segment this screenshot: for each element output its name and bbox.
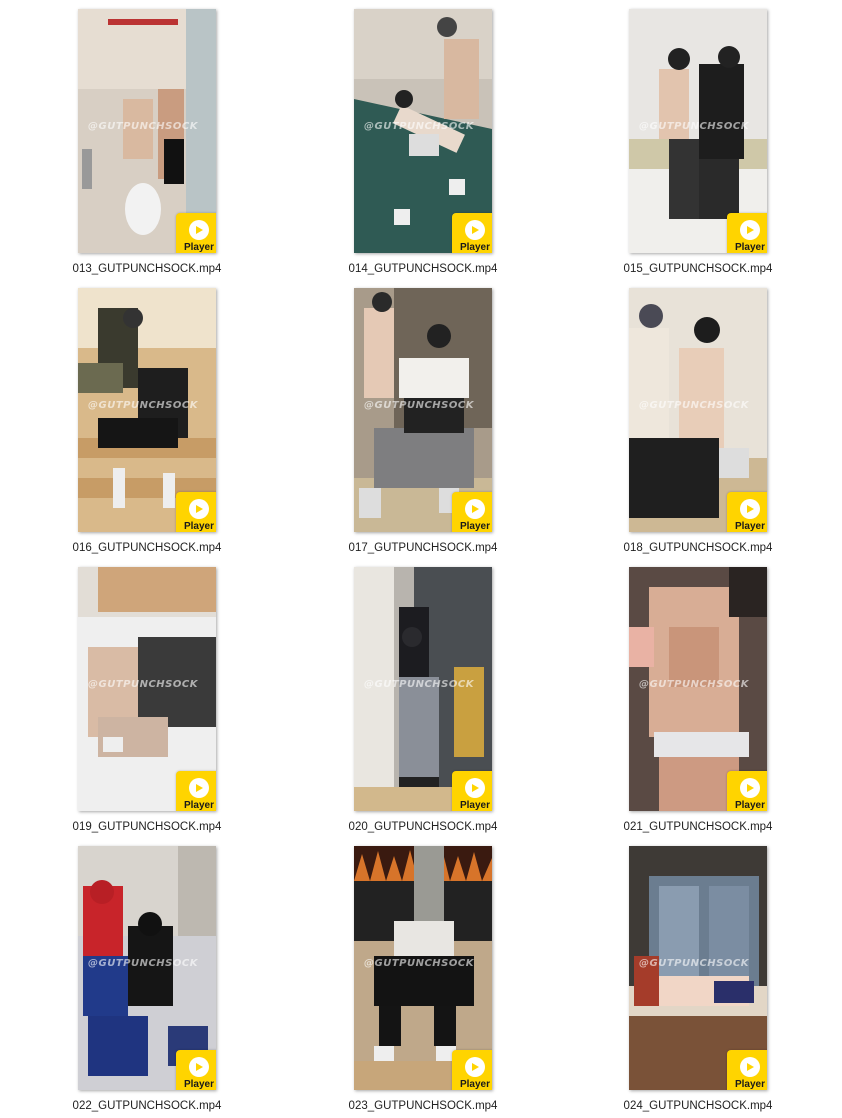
play-icon xyxy=(465,219,485,240)
file-tile[interactable]: @GUTPUNCHSOCK Player 021_GUTPUNCHSOCK.mp… xyxy=(578,567,818,846)
player-button[interactable]: Player xyxy=(452,771,492,811)
play-icon xyxy=(189,498,209,519)
player-label: Player xyxy=(183,241,215,253)
play-icon xyxy=(740,219,760,240)
filename-label: 015_GUTPUNCHSOCK.mp4 xyxy=(623,263,773,275)
video-thumbnail[interactable]: @GUTPUNCHSOCK Player xyxy=(354,9,492,253)
player-button[interactable]: Player xyxy=(176,492,216,532)
file-tile[interactable]: @GUTPUNCHSOCK Player 016_GUTPUNCHSOCK.mp… xyxy=(27,288,267,567)
watermark-text: @GUTPUNCHSOCK xyxy=(88,958,198,969)
player-label: Player xyxy=(183,520,215,532)
video-thumbnail[interactable]: @GUTPUNCHSOCK Player xyxy=(354,288,492,532)
player-button[interactable]: Player xyxy=(727,213,767,253)
video-thumbnail[interactable]: @GUTPUNCHSOCK Player xyxy=(78,288,216,532)
play-icon xyxy=(189,777,209,798)
video-thumbnail[interactable]: @GUTPUNCHSOCK Player xyxy=(629,567,767,811)
filename-label: 016_GUTPUNCHSOCK.mp4 xyxy=(72,542,222,554)
filename-label: 022_GUTPUNCHSOCK.mp4 xyxy=(72,1100,222,1112)
player-button[interactable]: Player xyxy=(452,1050,492,1090)
filename-label: 014_GUTPUNCHSOCK.mp4 xyxy=(348,263,498,275)
video-thumbnail[interactable]: @GUTPUNCHSOCK Player xyxy=(629,846,767,1090)
watermark-text: @GUTPUNCHSOCK xyxy=(364,958,474,969)
file-tile[interactable]: @GUTPUNCHSOCK Player 013_GUTPUNCHSOCK.mp… xyxy=(27,9,267,288)
video-thumbnail[interactable]: @GUTPUNCHSOCK Player xyxy=(354,567,492,811)
player-label: Player xyxy=(459,1078,491,1090)
player-button[interactable]: Player xyxy=(452,492,492,532)
play-icon xyxy=(465,498,485,519)
player-button[interactable]: Player xyxy=(727,771,767,811)
filename-label: 024_GUTPUNCHSOCK.mp4 xyxy=(623,1100,773,1112)
watermark-text: @GUTPUNCHSOCK xyxy=(639,121,749,132)
play-icon xyxy=(465,777,485,798)
filename-label: 017_GUTPUNCHSOCK.mp4 xyxy=(348,542,498,554)
video-thumbnail[interactable]: @GUTPUNCHSOCK Player xyxy=(629,288,767,532)
player-label: Player xyxy=(183,799,215,811)
watermark-text: @GUTPUNCHSOCK xyxy=(639,679,749,690)
play-icon xyxy=(465,1056,485,1077)
filename-label: 021_GUTPUNCHSOCK.mp4 xyxy=(623,821,773,833)
filename-label: 019_GUTPUNCHSOCK.mp4 xyxy=(72,821,222,833)
player-label: Player xyxy=(734,520,766,532)
video-thumbnail[interactable]: @GUTPUNCHSOCK Player xyxy=(78,846,216,1090)
watermark-text: @GUTPUNCHSOCK xyxy=(639,958,749,969)
player-label: Player xyxy=(734,1078,766,1090)
watermark-text: @GUTPUNCHSOCK xyxy=(88,400,198,411)
player-button[interactable]: Player xyxy=(176,213,216,253)
player-label: Player xyxy=(734,799,766,811)
file-tile[interactable]: @GUTPUNCHSOCK Player 022_GUTPUNCHSOCK.mp… xyxy=(27,846,267,1118)
file-tile[interactable]: @GUTPUNCHSOCK Player 015_GUTPUNCHSOCK.mp… xyxy=(578,9,818,288)
watermark-text: @GUTPUNCHSOCK xyxy=(88,121,198,132)
play-icon xyxy=(740,1056,760,1077)
player-button[interactable]: Player xyxy=(727,492,767,532)
video-thumbnail[interactable]: @GUTPUNCHSOCK Player xyxy=(629,9,767,253)
player-button[interactable]: Player xyxy=(452,213,492,253)
file-tile[interactable]: @GUTPUNCHSOCK Player 018_GUTPUNCHSOCK.mp… xyxy=(578,288,818,567)
watermark-text: @GUTPUNCHSOCK xyxy=(364,121,474,132)
player-label: Player xyxy=(459,241,491,253)
video-thumbnail[interactable]: @GUTPUNCHSOCK Player xyxy=(78,567,216,811)
player-button[interactable]: Player xyxy=(176,771,216,811)
play-icon xyxy=(189,219,209,240)
file-grid: @GUTPUNCHSOCK Player 013_GUTPUNCHSOCK.mp… xyxy=(0,0,842,1118)
file-tile[interactable]: @GUTPUNCHSOCK Player 014_GUTPUNCHSOCK.mp… xyxy=(303,9,543,288)
file-tile[interactable]: @GUTPUNCHSOCK Player 024_GUTPUNCHSOCK.mp… xyxy=(578,846,818,1118)
watermark-text: @GUTPUNCHSOCK xyxy=(88,679,198,690)
player-label: Player xyxy=(734,241,766,253)
filename-label: 013_GUTPUNCHSOCK.mp4 xyxy=(72,263,222,275)
watermark-text: @GUTPUNCHSOCK xyxy=(364,679,474,690)
player-label: Player xyxy=(459,799,491,811)
file-tile[interactable]: @GUTPUNCHSOCK Player 019_GUTPUNCHSOCK.mp… xyxy=(27,567,267,846)
video-thumbnail[interactable]: @GUTPUNCHSOCK Player xyxy=(78,9,216,253)
file-tile[interactable]: @GUTPUNCHSOCK Player 023_GUTPUNCHSOCK.mp… xyxy=(303,846,543,1118)
filename-label: 020_GUTPUNCHSOCK.mp4 xyxy=(348,821,498,833)
player-label: Player xyxy=(459,520,491,532)
player-button[interactable]: Player xyxy=(176,1050,216,1090)
watermark-text: @GUTPUNCHSOCK xyxy=(639,400,749,411)
video-thumbnail[interactable]: @GUTPUNCHSOCK Player xyxy=(354,846,492,1090)
filename-label: 018_GUTPUNCHSOCK.mp4 xyxy=(623,542,773,554)
file-tile[interactable]: @GUTPUNCHSOCK Player 017_GUTPUNCHSOCK.mp… xyxy=(303,288,543,567)
play-icon xyxy=(189,1056,209,1077)
player-label: Player xyxy=(183,1078,215,1090)
filename-label: 023_GUTPUNCHSOCK.mp4 xyxy=(348,1100,498,1112)
file-tile[interactable]: @GUTPUNCHSOCK Player 020_GUTPUNCHSOCK.mp… xyxy=(303,567,543,846)
watermark-text: @GUTPUNCHSOCK xyxy=(364,400,474,411)
play-icon xyxy=(740,498,760,519)
play-icon xyxy=(740,777,760,798)
player-button[interactable]: Player xyxy=(727,1050,767,1090)
